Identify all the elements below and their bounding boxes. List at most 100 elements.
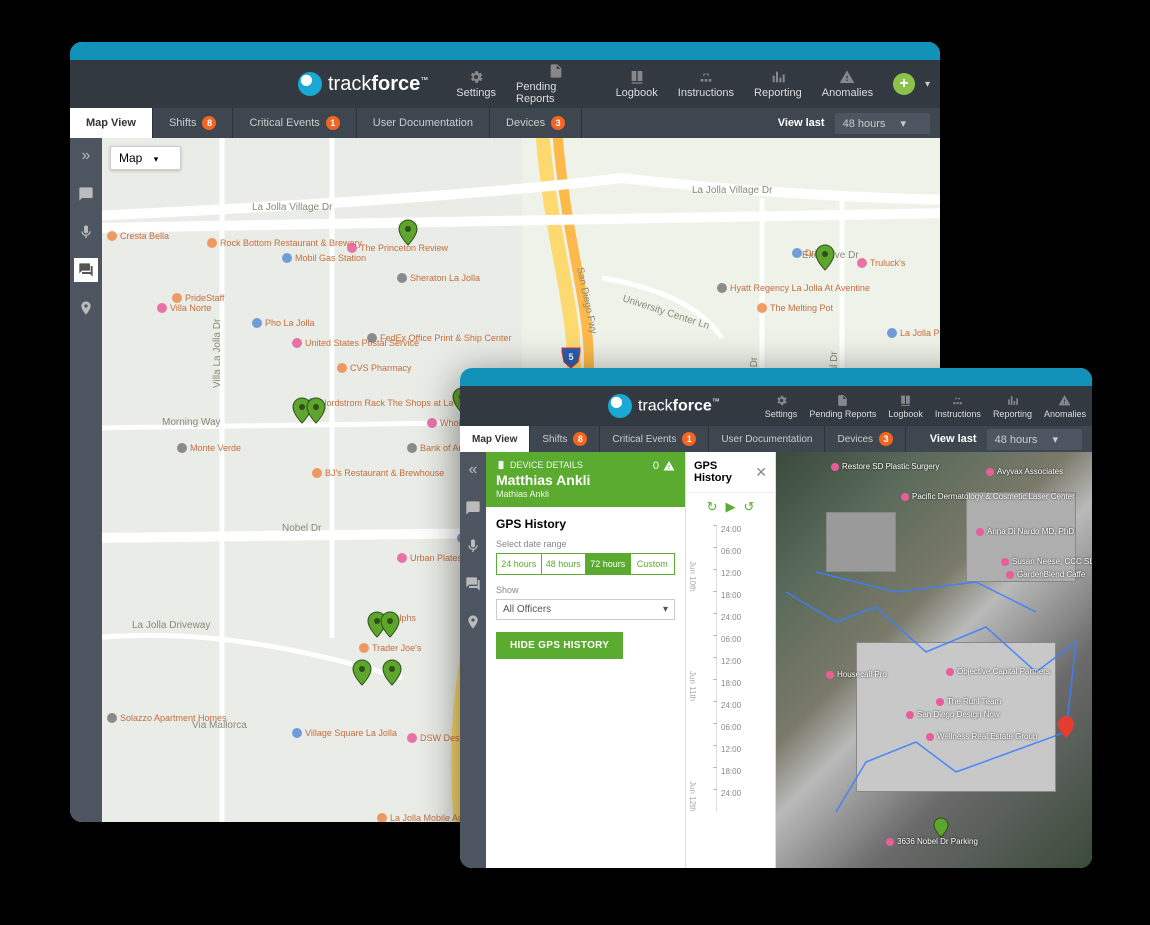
chat-icon[interactable] <box>461 496 485 520</box>
map-poi[interactable]: BJ's Restaurant & Brewhouse <box>312 468 444 478</box>
timeline-tick: 24:00 <box>716 525 775 547</box>
view-last-select[interactable]: 48 hours ▾ <box>835 113 930 134</box>
detail-subtitle: Mathias Ankli <box>496 489 675 499</box>
close-icon[interactable]: ✕ <box>755 464 767 481</box>
timeline[interactable]: Jun 10thJun 11thJun 12th24:0006:0012:001… <box>686 521 775 868</box>
satellite-map[interactable]: Restore SD Plastic Surgery Avyvax Associa… <box>776 452 1092 868</box>
chat-icon[interactable] <box>74 182 98 206</box>
range-48-hours[interactable]: 48 hours <box>542 553 587 575</box>
map-poi[interactable]: Village Square La Jolla <box>292 728 397 738</box>
dropdown-caret-icon[interactable]: ▾ <box>925 79 930 90</box>
svg-text:Nobel Dr: Nobel Dr <box>282 523 322 534</box>
mic-icon[interactable] <box>74 220 98 244</box>
map-poi[interactable]: Rock Bottom Restaurant & Brewery <box>207 238 363 248</box>
tab-user-documentation[interactable]: User Documentation <box>357 108 490 138</box>
map-poi[interactable]: La Jolla Palms Apartment Homes <box>887 328 940 338</box>
tab-devices[interactable]: Devices3 <box>490 108 582 138</box>
nav-logbook[interactable]: Logbook <box>606 60 668 108</box>
range-24-hours[interactable]: 24 hours <box>496 553 542 575</box>
svg-text:Solazzo Apartment Homes: Solazzo Apartment Homes <box>120 713 227 723</box>
tab-critical-events[interactable]: Critical Events1 <box>600 426 709 452</box>
map-poi[interactable]: Hyatt Regency La Jolla At Aventine <box>717 283 870 293</box>
expand-rail-button[interactable]: » <box>74 144 98 168</box>
nav-reporting[interactable]: Reporting <box>987 386 1038 426</box>
nav-pending-reports[interactable]: Pending Reports <box>803 386 882 426</box>
sat-poi[interactable]: Objective Capital Partners <box>946 667 1050 676</box>
play-icon[interactable]: ▶ <box>726 499 736 515</box>
nav-instructions[interactable]: Instructions <box>929 386 987 426</box>
nav-settings[interactable]: Settings <box>446 60 506 108</box>
tab-shifts[interactable]: Shifts8 <box>153 108 234 138</box>
place-icon[interactable] <box>74 296 98 320</box>
map-poi[interactable]: Mobil Gas Station <box>282 253 366 263</box>
tree-icon <box>698 69 714 85</box>
mic-icon[interactable] <box>461 534 485 558</box>
tab-shifts[interactable]: Shifts8 <box>530 426 600 452</box>
book-icon <box>629 69 645 85</box>
view-last-select[interactable]: 48 hours ▾ <box>987 429 1082 450</box>
tab-user-documentation[interactable]: User Documentation <box>709 426 825 452</box>
messages-icon[interactable] <box>461 572 485 596</box>
current-location-pin[interactable] <box>1058 716 1074 738</box>
map-poi[interactable]: Solazzo Apartment Homes <box>107 713 227 723</box>
map-poi[interactable]: FedEx Office Print & Ship Center <box>367 333 511 343</box>
sat-poi[interactable]: GardenBlend Caffe <box>1006 570 1085 579</box>
range-custom[interactable]: Custom <box>631 553 676 575</box>
sat-poi[interactable]: Restore SD Plastic Surgery <box>831 462 939 471</box>
map-poi[interactable]: Truluck's <box>857 258 906 268</box>
nav-logbook[interactable]: Logbook <box>882 386 929 426</box>
map-poi[interactable]: PrideStaff <box>172 293 225 303</box>
map-poi[interactable]: Sheraton La Jolla <box>397 273 480 283</box>
doc-icon <box>836 394 849 407</box>
range-buttons: 24 hours48 hours72 hoursCustom <box>496 553 675 575</box>
tab-badge: 1 <box>682 432 696 446</box>
map-poi[interactable]: The Princeton Review <box>347 243 449 253</box>
gps-history-section: GPS History Select date range 24 hours48… <box>486 507 685 669</box>
warn-icon <box>839 69 855 85</box>
timeline-tick: 12:00 <box>716 569 775 591</box>
nav-reporting[interactable]: Reporting <box>744 60 812 108</box>
timeline-tick: 06:00 <box>716 635 775 657</box>
sat-poi[interactable]: Wellness Real Estate Group <box>926 732 1037 741</box>
sat-poi[interactable]: Susan Neese, CCC SLP <box>1001 557 1092 566</box>
svg-text:La Jolla Mobile Auto: La Jolla Mobile Auto <box>390 813 471 822</box>
nav-anomalies[interactable]: Anomalies <box>812 60 883 108</box>
sat-poi[interactable]: The Ruhl Team <box>936 697 1001 706</box>
svg-text:Villa Norte: Villa Norte <box>170 303 211 313</box>
sat-poi[interactable]: Housecall Pro <box>826 670 887 679</box>
svg-text:Sheraton La Jolla: Sheraton La Jolla <box>410 273 480 283</box>
sat-poi[interactable]: Avyvax Associates <box>986 467 1063 476</box>
map-poi[interactable]: Villa Norte <box>157 303 211 313</box>
tab-map-view[interactable]: Map View <box>460 426 530 452</box>
range-72-hours[interactable]: 72 hours <box>586 553 631 575</box>
guard-pin[interactable] <box>934 818 948 837</box>
doc-icon <box>548 63 564 79</box>
sat-poi[interactable]: San Diego Design Now <box>906 710 1000 719</box>
tab-map-view[interactable]: Map View <box>70 108 153 138</box>
gps-panel-title: GPS History <box>694 460 755 484</box>
detail-section-label: DEVICE DETAILS <box>496 460 653 470</box>
tab-bar: Map ViewShifts8Critical Events1User Docu… <box>70 108 940 138</box>
nav-settings[interactable]: Settings <box>759 386 804 426</box>
svg-text:Rock Bottom Restaurant & Brewe: Rock Bottom Restaurant & Brewery <box>220 238 363 248</box>
nav-pending-reports[interactable]: Pending Reports <box>506 60 606 108</box>
hide-gps-button[interactable]: HIDE GPS HISTORY <box>496 632 623 659</box>
collapse-rail-button[interactable]: « <box>461 458 485 482</box>
cycle-icon[interactable]: ↺ <box>744 499 755 515</box>
tab-devices[interactable]: Devices3 <box>825 426 906 452</box>
sat-poi[interactable]: 3636 Nobel Dr Parking <box>886 837 978 846</box>
show-select[interactable]: All Officers▾ <box>496 599 675 620</box>
gps-history-heading: GPS History <box>496 517 675 531</box>
tab-critical-events[interactable]: Critical Events1 <box>233 108 356 138</box>
add-button[interactable]: + <box>893 73 915 95</box>
sat-poi[interactable]: Anna Di Nardo MD, PhD <box>976 527 1074 536</box>
place-icon[interactable] <box>461 610 485 634</box>
nav-anomalies[interactable]: Anomalies <box>1038 386 1092 426</box>
map-poi[interactable]: La Jolla Mobile Auto <box>377 813 471 822</box>
map-type-control[interactable]: Map ▾ <box>110 146 181 170</box>
refresh-icon[interactable]: ↻ <box>707 499 718 515</box>
tab-bar: Map ViewShifts8Critical Events1User Docu… <box>460 426 1092 452</box>
nav-instructions[interactable]: Instructions <box>668 60 744 108</box>
sat-poi[interactable]: Pacific Dermatology & Cosmetic Laser Cen… <box>901 492 1075 501</box>
messages-icon[interactable] <box>74 258 98 282</box>
